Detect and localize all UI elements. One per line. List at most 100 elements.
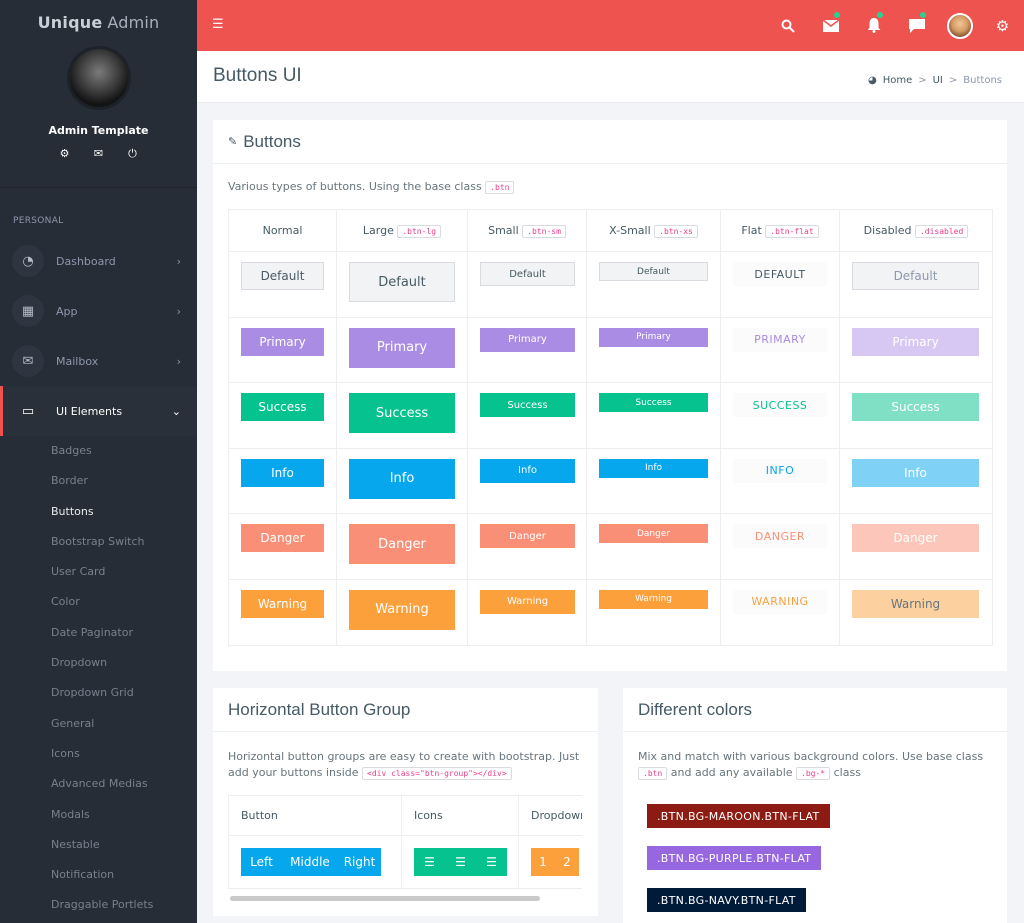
user-avatar[interactable] [66, 46, 131, 110]
success-button[interactable]: Success [241, 393, 324, 422]
submenu-item-border[interactable]: Border [0, 466, 197, 496]
maroon-flat-button[interactable]: .BTN.BG-MAROON.BTN-FLAT [647, 804, 830, 828]
submenu-item-advanced-medias[interactable]: Advanced Medias [0, 769, 197, 799]
align-right-icon[interactable]: ☰ [476, 848, 507, 876]
warning-large-button[interactable]: Warning [349, 589, 455, 630]
dropdown-button-1[interactable]: 1 [531, 848, 555, 876]
dropdown-button-2[interactable]: 2 [555, 848, 579, 876]
primary-large-button[interactable]: Primary [349, 327, 455, 368]
warning-small-button[interactable]: Warning [480, 589, 575, 614]
default-button[interactable]: Default [241, 262, 324, 290]
danger-flat-button[interactable]: DANGER [733, 524, 827, 549]
info-small-button[interactable]: Info [480, 458, 575, 483]
icon-button-group: ☰ ☰ ☰ [414, 848, 507, 876]
danger-small-button[interactable]: Danger [480, 524, 575, 549]
default-large-button[interactable]: Default [349, 262, 455, 302]
primary-xsmall-button[interactable]: Primary [599, 327, 708, 347]
primary-button[interactable]: Primary [241, 327, 324, 356]
danger-button[interactable]: Danger [241, 524, 324, 553]
info-button[interactable]: Info [241, 458, 324, 487]
submenu-item-modals[interactable]: Modals [0, 800, 197, 830]
submenu-item-nestable[interactable]: Nestable [0, 830, 197, 860]
envelope-icon[interactable]: ✉ [93, 147, 105, 161]
breadcrumb-separator: > [918, 75, 927, 86]
navy-flat-button[interactable]: .BTN.BG-NAVY.BTN-FLAT [647, 888, 806, 912]
user-name[interactable]: Admin Template [0, 124, 197, 137]
column-header: Icons [401, 795, 519, 836]
submenu-item-date-paginator[interactable]: Date Paginator [0, 618, 197, 648]
card-description: Mix and match with various background co… [638, 749, 998, 782]
code-snippet: <div class="btn-group"></div> [362, 767, 512, 780]
submenu-item-draggable-portlets[interactable]: Draggable Portlets [0, 890, 197, 920]
submenu-item-icons[interactable]: Icons [0, 739, 197, 769]
column-header: Flat .btn-flat [720, 209, 840, 252]
breadcrumb-home[interactable]: Home [883, 75, 913, 86]
submenu-item-color[interactable]: Color [0, 587, 197, 617]
column-header: X-Small .btn-xs [586, 209, 721, 252]
buttons-card: ✎ Buttons Various types of buttons. Usin… [213, 120, 1007, 671]
submenu-item-dropdown-grid[interactable]: Dropdown Grid [0, 678, 197, 708]
submenu-item-bootstrap-switch[interactable]: Bootstrap Switch [0, 527, 197, 557]
horizontal-scrollbar[interactable] [230, 896, 540, 901]
brand-logo[interactable]: Unique Admin [0, 0, 197, 44]
submenu-item-badges[interactable]: Badges [0, 436, 197, 466]
primary-flat-button[interactable]: PRIMARY [733, 327, 827, 352]
default-small-button[interactable]: Default [480, 262, 575, 286]
submenu-item-user-card[interactable]: User Card [0, 557, 197, 587]
submenu-item-dropdown[interactable]: Dropdown [0, 648, 197, 678]
info-xsmall-button[interactable]: Info [599, 458, 708, 478]
success-large-button[interactable]: Success [349, 393, 455, 434]
search-icon[interactable] [766, 0, 809, 51]
middle-button[interactable]: Middle [282, 848, 338, 876]
align-center-icon[interactable]: ☰ [445, 848, 476, 876]
avatar [946, 12, 973, 39]
warning-xsmall-button[interactable]: Warning [599, 589, 708, 609]
info-large-button[interactable]: Info [349, 458, 455, 499]
info-button-group: Left Middle Right [241, 848, 381, 876]
description-text: class [833, 766, 861, 779]
chat-icon[interactable] [895, 0, 938, 51]
info-flat-button[interactable]: INFO [733, 458, 827, 483]
submenu-item-buttons[interactable]: Buttons [0, 497, 197, 527]
column-header: Normal [228, 209, 337, 252]
primary-small-button[interactable]: Primary [480, 327, 575, 352]
align-left-icon[interactable]: ☰ [414, 848, 445, 876]
sidebar-item-ui-elements[interactable]: ▭ UI Elements ⌄ [0, 386, 197, 436]
default-flat-button[interactable]: DEFAULT [733, 262, 827, 286]
sidebar-item-app[interactable]: ▦ App › [0, 286, 197, 336]
code-snippet: .btn [638, 767, 668, 780]
warning-button[interactable]: Warning [241, 589, 324, 618]
submenu-item-notification[interactable]: Notification [0, 860, 197, 890]
grid-icon: ▦ [12, 295, 44, 327]
envelope-icon: ✉ [12, 345, 44, 377]
warning-flat-button[interactable]: WARNING [733, 589, 827, 614]
column-header: Button [228, 795, 402, 836]
menu-toggle-icon[interactable]: ☰ [212, 17, 224, 32]
success-small-button[interactable]: Success [480, 393, 575, 418]
breadcrumb-separator: > [948, 75, 958, 86]
sidebar-item-label: App [56, 304, 78, 318]
warning-disabled-button: Warning [852, 589, 979, 618]
breadcrumb-ui[interactable]: UI [933, 75, 943, 86]
card-header: ✎ Buttons [213, 120, 1007, 164]
profile-avatar[interactable] [938, 0, 981, 51]
left-button[interactable]: Left [241, 848, 282, 876]
danger-xsmall-button[interactable]: Danger [599, 524, 708, 544]
card-header: Different colors [623, 688, 1007, 732]
power-icon[interactable]: ⏻ [127, 147, 139, 161]
mail-icon[interactable] [809, 0, 852, 51]
bell-icon[interactable] [852, 0, 895, 51]
gear-icon[interactable]: ⚙ [59, 147, 71, 161]
settings-icon[interactable]: ⚙ [981, 0, 1024, 51]
purple-flat-button[interactable]: .BTN.BG-PURPLE.BTN-FLAT [647, 846, 822, 870]
sidebar-item-dashboard[interactable]: ◔ Dashboard › [0, 236, 197, 286]
success-xsmall-button[interactable]: Success [599, 393, 708, 413]
submenu-item-general[interactable]: General [0, 709, 197, 739]
sidebar-item-mailbox[interactable]: ✉ Mailbox › [0, 336, 197, 386]
success-flat-button[interactable]: SUCCESS [733, 393, 827, 418]
right-button[interactable]: Right [338, 848, 381, 876]
button-group-table-scroll[interactable]: Button Icons Dropdown Left Middle Right … [228, 795, 582, 893]
default-xsmall-button[interactable]: Default [599, 262, 708, 281]
danger-large-button[interactable]: Danger [349, 524, 455, 565]
buttons-table: Normal Large .btn-lg Small .btn-sm X-Sma… [228, 209, 993, 646]
